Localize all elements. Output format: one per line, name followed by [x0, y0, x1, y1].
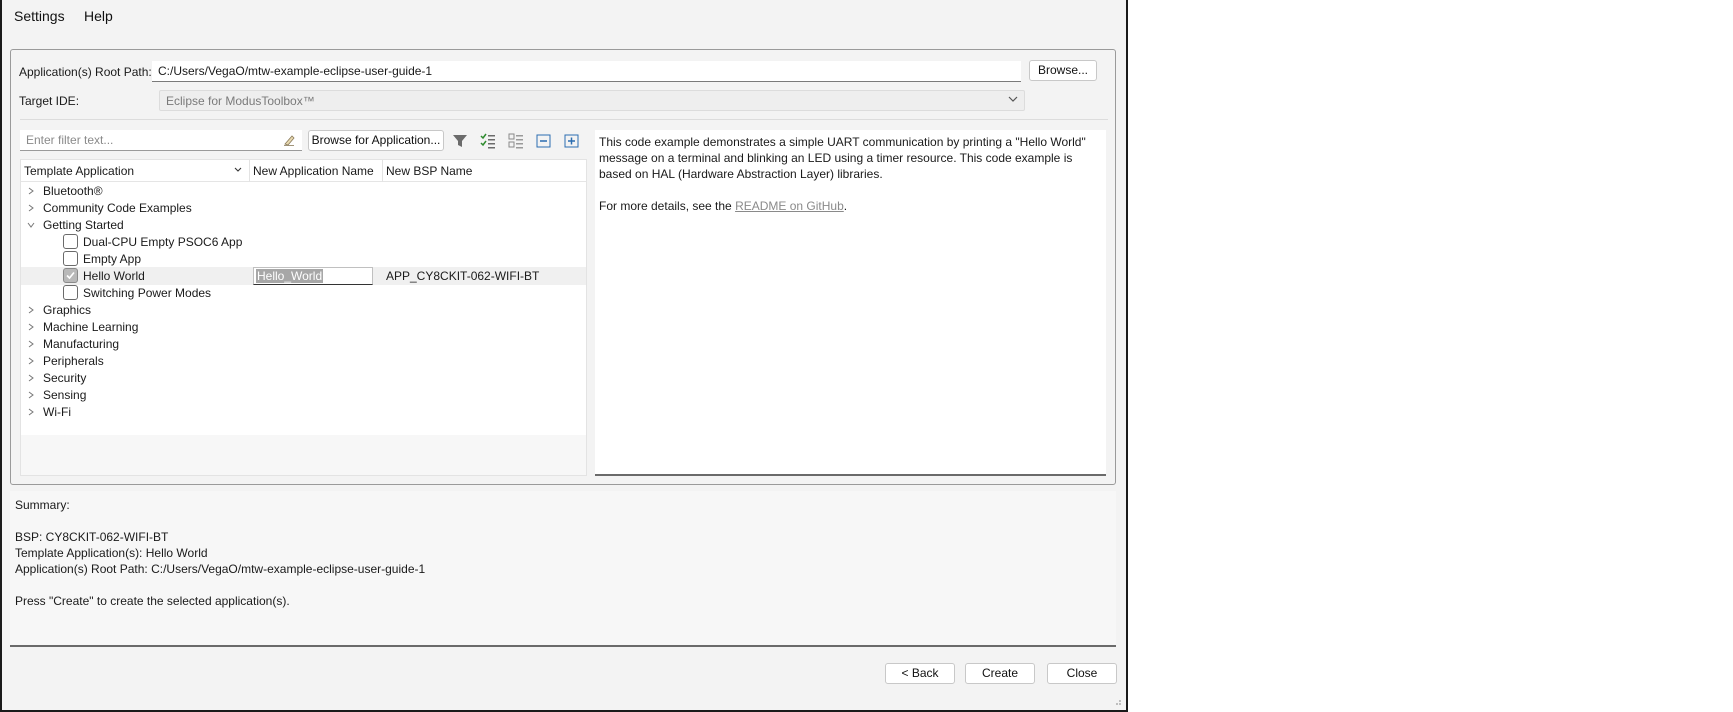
more-suffix: . — [843, 199, 848, 213]
sort-chevron-icon — [234, 167, 242, 172]
template-checkbox[interactable] — [63, 251, 78, 266]
filter-placeholder: Enter filter text... — [26, 133, 114, 147]
tree-row-getting-started[interactable]: Getting Started — [21, 216, 586, 234]
chevron-down-icon — [1008, 96, 1018, 102]
chevron-right-icon[interactable] — [27, 408, 35, 416]
chevron-down-icon[interactable] — [27, 221, 35, 229]
filter-input[interactable]: Enter filter text... — [20, 130, 302, 151]
readme-link[interactable]: README on GitHub — [735, 199, 844, 213]
tree-row-peripherals[interactable]: Peripherals — [21, 352, 586, 370]
chevron-right-icon[interactable] — [27, 323, 35, 331]
back-button[interactable]: < Back — [885, 663, 955, 684]
tree-row-graphics[interactable]: Graphics — [21, 301, 586, 319]
template-checkbox[interactable] — [63, 268, 78, 283]
tree-label: Empty App — [83, 252, 142, 266]
chevron-right-icon[interactable] — [27, 204, 35, 212]
tree-row-switching-power-modes[interactable]: Switching Power Modes — [21, 284, 586, 302]
eraser-icon[interactable] — [282, 133, 296, 147]
project-creator-window: Settings Help Application(s) Root Path: … — [0, 0, 1128, 712]
template-checkbox[interactable] — [63, 234, 78, 249]
table-header: Template Application New Application Nam… — [21, 160, 586, 182]
chevron-right-icon[interactable] — [27, 306, 35, 314]
check-all-icon[interactable] — [479, 132, 497, 150]
chevron-right-icon[interactable] — [27, 357, 35, 365]
tree-label: Graphics — [43, 303, 92, 317]
summary-hint: Press "Create" to create the selected ap… — [15, 594, 290, 608]
tree-row-machine-learning[interactable]: Machine Learning — [21, 318, 586, 336]
tree-row-dual-cpu-empty-psoc6-app[interactable]: Dual-CPU Empty PSOC6 App — [21, 233, 586, 251]
checkmark-icon — [66, 271, 75, 280]
description-text: This code example demonstrates a simple … — [599, 135, 1086, 181]
template-checkbox[interactable] — [63, 285, 78, 300]
tree-label: Switching Power Modes — [83, 286, 212, 300]
root-path-field[interactable]: C:/Users/VegaO/mtw-example-eclipse-user-… — [152, 61, 1021, 82]
summary-title: Summary: — [15, 498, 70, 512]
tree-label: Wi-Fi — [43, 405, 71, 419]
description-pane: This code example demonstrates a simple … — [595, 130, 1106, 476]
application-name-value: Hello_World — [256, 269, 324, 283]
chevron-right-icon[interactable] — [27, 187, 35, 195]
tree-label: Dual-CPU Empty PSOC6 App — [83, 235, 243, 249]
tree-label: Getting Started — [43, 218, 124, 232]
header-new-application-name[interactable]: New Application Name — [253, 164, 374, 178]
target-ide-value: Eclipse for ModusToolbox™ — [166, 94, 315, 108]
tree-row-empty-app[interactable]: Empty App — [21, 250, 586, 268]
tree-row-sensing[interactable]: Sensing — [21, 386, 586, 404]
tree-label: Sensing — [43, 388, 87, 402]
root-path-label: Application(s) Root Path: — [19, 65, 152, 79]
tree-row-community-code-examples[interactable]: Community Code Examples — [21, 199, 586, 217]
menu-bar: Settings Help — [2, 0, 1126, 32]
chevron-right-icon[interactable] — [27, 374, 35, 382]
expand-all-icon[interactable] — [563, 132, 581, 150]
tree-row-manufacturing[interactable]: Manufacturing — [21, 335, 586, 353]
summary-root-path: Application(s) Root Path: C:/Users/VegaO… — [15, 562, 426, 576]
menu-help[interactable]: Help — [84, 8, 113, 24]
application-name-input[interactable]: Hello_World — [253, 267, 373, 285]
tree-row-hello-world[interactable]: Hello World Hello_World APP_CY8CKIT-062-… — [21, 267, 586, 285]
create-button[interactable]: Create — [965, 663, 1035, 684]
menu-settings[interactable]: Settings — [14, 8, 65, 24]
bsp-name-cell[interactable]: APP_CY8CKIT-062-WIFI-BT — [386, 269, 539, 283]
browse-for-application-button[interactable]: Browse for Application... — [308, 130, 444, 151]
tree-label: Manufacturing — [43, 337, 120, 351]
resize-grip-icon[interactable] — [1112, 696, 1122, 706]
tree-label: Community Code Examples — [43, 201, 192, 215]
header-template-application[interactable]: Template Application — [24, 164, 134, 178]
tree-row-security[interactable]: Security — [21, 369, 586, 387]
browse-root-button[interactable]: Browse... — [1029, 60, 1097, 81]
tree-label: Machine Learning — [43, 320, 139, 334]
tree-row-bluetooth[interactable]: Bluetooth® — [21, 182, 586, 200]
uncheck-all-icon[interactable] — [507, 132, 525, 150]
tree-row-wi-fi[interactable]: Wi-Fi — [21, 403, 586, 421]
target-ide-label: Target IDE: — [19, 94, 80, 108]
separator — [20, 119, 1108, 120]
tree-body: Bluetooth® Community Code Examples Getti… — [21, 182, 586, 435]
tree-label: Peripherals — [43, 354, 104, 368]
summary-panel: Summary: BSP: CY8CKIT-062-WIFI-BT Templa… — [10, 491, 1116, 647]
tree-label: Hello World — [83, 269, 145, 283]
summary-spacer — [15, 513, 1111, 529]
collapse-all-icon[interactable] — [535, 132, 553, 150]
chevron-right-icon[interactable] — [27, 391, 35, 399]
close-button[interactable]: Close — [1047, 663, 1117, 684]
header-new-bsp-name[interactable]: New BSP Name — [386, 164, 472, 178]
template-table: Template Application New Application Nam… — [20, 159, 587, 476]
tree-label: Bluetooth® — [43, 184, 103, 198]
summary-spacer — [15, 577, 1111, 593]
filter-icon[interactable] — [451, 132, 469, 150]
description-more: For more details, see the README on GitH… — [599, 198, 1102, 214]
target-ide-select[interactable]: Eclipse for ModusToolbox™ — [159, 90, 1025, 111]
tree-label: Security — [43, 371, 87, 385]
chevron-right-icon[interactable] — [27, 340, 35, 348]
summary-template: Template Application(s): Hello World — [15, 546, 208, 560]
more-prefix: For more details, see the — [599, 199, 736, 213]
summary-bsp: BSP: CY8CKIT-062-WIFI-BT — [15, 530, 169, 544]
